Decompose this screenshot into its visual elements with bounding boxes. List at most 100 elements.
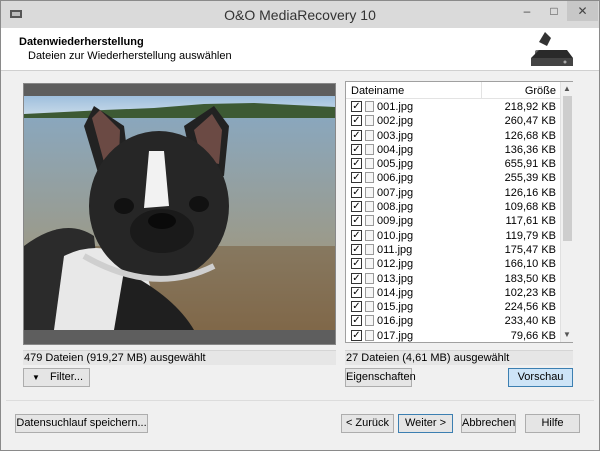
file-icon	[365, 215, 374, 227]
file-icon	[365, 329, 374, 341]
file-name: 016.jpg	[377, 315, 414, 328]
list-item[interactable]: ✓ 012.jpg 166,10 KB	[346, 257, 560, 271]
status-selected-total: 479 Dateien (919,27 MB) ausgewählt	[23, 350, 336, 365]
header-title: Datenwiederherstellung	[19, 36, 144, 48]
checkbox[interactable]: ✓	[351, 158, 362, 170]
file-list: Dateiname Größe ✓ 001.jpg 218,92 KB ✓ 002.j…	[345, 81, 573, 343]
file-size: 224,56 KB	[504, 301, 556, 314]
list-item[interactable]: ✓ 016.jpg 233,40 KB	[346, 314, 560, 328]
file-icon	[365, 158, 374, 170]
cancel-button[interactable]: Abbrechen	[461, 414, 516, 433]
status-selected-list: 27 Dateien (4,61 MB) ausgewählt	[345, 350, 573, 365]
file-icon	[365, 272, 374, 284]
file-name: 006.jpg	[377, 172, 414, 185]
file-name: 017.jpg	[377, 329, 414, 342]
title-bar: O&O MediaRecovery 10 – □ ✕	[1, 1, 599, 28]
checkbox[interactable]: ✓	[351, 229, 362, 241]
list-item[interactable]: ✓ 006.jpg 255,39 KB	[346, 171, 560, 185]
checkbox[interactable]: ✓	[351, 315, 362, 327]
file-size: 255,39 KB	[504, 172, 556, 185]
list-item[interactable]: ✓ 010.jpg 119,79 KB	[346, 229, 560, 243]
file-name: 012.jpg	[377, 258, 414, 271]
checkbox[interactable]: ✓	[351, 143, 362, 155]
checkbox[interactable]: ✓	[351, 329, 362, 341]
checkbox[interactable]: ✓	[351, 272, 362, 284]
file-name: 008.jpg	[377, 201, 414, 214]
file-name: 009.jpg	[377, 215, 414, 228]
file-size: 136,36 KB	[504, 143, 556, 156]
list-item[interactable]: ✓ 001.jpg 218,92 KB	[346, 100, 560, 114]
file-name: 003.jpg	[377, 129, 414, 142]
file-name: 013.jpg	[377, 272, 414, 285]
file-name: 001.jpg	[377, 101, 414, 113]
back-button[interactable]: < Zurück	[341, 414, 394, 433]
filter-button-label: Filter...	[50, 371, 84, 383]
list-item[interactable]: ✓ 009.jpg 117,61 KB	[346, 214, 560, 228]
list-item[interactable]: ✓ 008.jpg 109,68 KB	[346, 200, 560, 214]
close-button[interactable]: ✕	[567, 1, 598, 21]
file-icon	[365, 186, 374, 198]
file-icon	[365, 101, 374, 112]
file-size: 119,79 KB	[505, 229, 556, 242]
list-item[interactable]: ✓ 004.jpg 136,36 KB	[346, 143, 560, 157]
help-button[interactable]: Hilfe	[525, 414, 580, 433]
wizard-header: Datenwiederherstellung Dateien zur Wiede…	[1, 28, 599, 71]
list-item[interactable]: ✓ 011.jpg 175,47 KB	[346, 243, 560, 257]
file-icon	[365, 229, 374, 241]
checkbox[interactable]: ✓	[351, 115, 362, 127]
list-item[interactable]: ✓ 003.jpg 126,68 KB	[346, 129, 560, 143]
checkbox[interactable]: ✓	[351, 172, 362, 184]
list-item[interactable]: ✓ 005.jpg 655,91 KB	[346, 157, 560, 171]
file-name: 007.jpg	[377, 186, 414, 199]
scroll-up-icon[interactable]: ▲	[563, 84, 571, 93]
file-icon	[365, 143, 374, 155]
preview-photo	[24, 96, 335, 330]
file-icon	[365, 315, 374, 327]
file-name: 005.jpg	[377, 158, 414, 171]
properties-button[interactable]: Eigenschaften	[345, 368, 416, 387]
file-icon	[365, 201, 374, 213]
file-name: 002.jpg	[377, 115, 414, 128]
recovery-logo-icon	[531, 32, 573, 66]
dropdown-arrow-icon: ▼	[32, 373, 40, 382]
checkbox[interactable]: ✓	[351, 186, 362, 198]
file-size: 126,68 KB	[504, 129, 556, 142]
scroll-down-icon[interactable]: ▼	[563, 330, 571, 339]
scrollbar-thumb[interactable]	[563, 96, 572, 241]
preview-button[interactable]: Vorschau	[508, 368, 573, 387]
list-item[interactable]: ✓ 014.jpg 102,23 KB	[346, 286, 560, 300]
minimize-button[interactable]: –	[513, 1, 541, 21]
file-size: 183,50 KB	[504, 272, 556, 285]
filter-button[interactable]: ▼ Filter...	[23, 368, 90, 387]
checkbox[interactable]: ✓	[351, 286, 362, 298]
file-size: 126,16 KB	[504, 186, 556, 199]
file-size: 655,91 KB	[504, 158, 556, 171]
checkbox[interactable]: ✓	[351, 301, 362, 313]
file-size: 166,10 KB	[504, 258, 556, 271]
list-item[interactable]: ✓ 017.jpg 79,66 KB	[346, 329, 560, 343]
file-size: 117,61 KB	[505, 215, 556, 228]
file-size: 260,47 KB	[504, 115, 556, 128]
list-item[interactable]: ✓ 007.jpg 126,16 KB	[346, 186, 560, 200]
file-name: 004.jpg	[377, 143, 414, 156]
maximize-button[interactable]: □	[540, 1, 568, 21]
footer-divider	[6, 400, 594, 401]
checkbox[interactable]: ✓	[351, 101, 362, 112]
checkbox[interactable]: ✓	[351, 201, 362, 213]
checkbox[interactable]: ✓	[351, 243, 362, 255]
checkbox[interactable]: ✓	[351, 129, 362, 141]
column-header-filename[interactable]: Dateiname	[351, 85, 404, 97]
list-item[interactable]: ✓ 015.jpg 224,56 KB	[346, 300, 560, 314]
checkbox[interactable]: ✓	[351, 258, 362, 270]
image-preview	[23, 83, 336, 345]
vertical-scrollbar[interactable]: ▲ ▼	[560, 82, 573, 342]
column-header-size[interactable]: Größe	[481, 85, 556, 97]
file-size: 102,23 KB	[504, 286, 556, 299]
window-title: O&O MediaRecovery 10	[224, 7, 376, 23]
save-scan-button[interactable]: Datensuchlauf speichern...	[15, 414, 148, 433]
file-icon	[365, 243, 374, 255]
list-item[interactable]: ✓ 002.jpg 260,47 KB	[346, 114, 560, 128]
checkbox[interactable]: ✓	[351, 215, 362, 227]
next-button[interactable]: Weiter >	[398, 414, 453, 433]
list-item[interactable]: ✓ 013.jpg 183,50 KB	[346, 272, 560, 286]
